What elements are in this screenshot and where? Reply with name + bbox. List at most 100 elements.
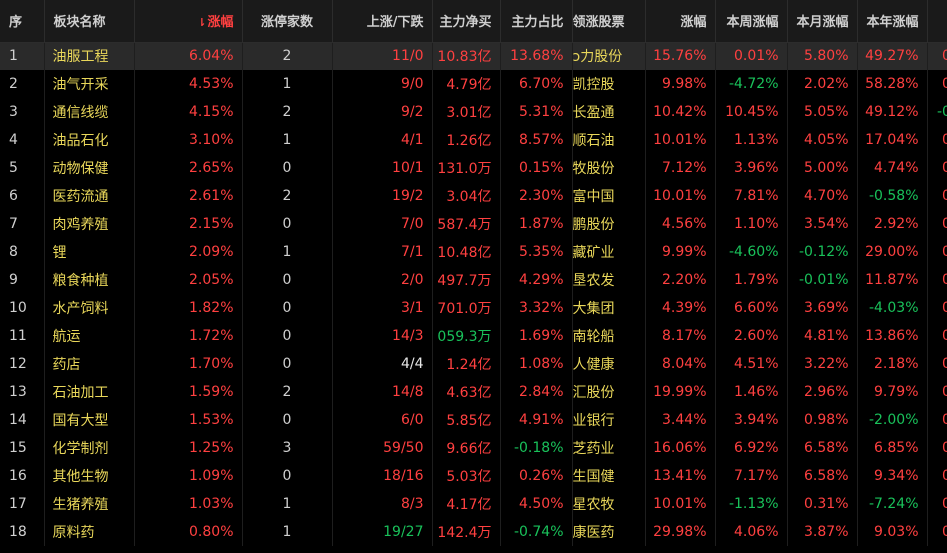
table-row[interactable]: 9 粮食种植 2.05% 0 2/0 497.7万 4.29% 垦农发 2.20% 1.79% -0… (0, 266, 947, 294)
col-header-month[interactable]: 本月涨幅 (787, 0, 858, 43)
cell-lead-change: 10.01% (645, 182, 716, 210)
cell-sector-name: 化学制剂 (44, 434, 135, 462)
col-header-change[interactable]: ⇂涨幅 (134, 0, 243, 43)
cell-lead-stock: ɔ力股份 (572, 42, 646, 70)
col-header-index[interactable]: 序 (0, 0, 45, 43)
cell-net-buy: 5.85亿 (432, 406, 501, 434)
table-row[interactable]: 13 石油加工 1.59% 2 14/8 4.63亿 2.84% 汇股份 19.99% 1.46%… (0, 378, 947, 406)
cell-year: 9.03% (857, 518, 928, 546)
cell-up-down: 19/2 (332, 182, 433, 210)
cell-change: 1.53% (134, 406, 243, 434)
cell-index: 9 (0, 266, 45, 294)
cell-lead-change: 4.39% (645, 294, 716, 322)
cell-ratio: 8.57% (500, 126, 573, 154)
col-header-year[interactable]: 本年涨幅 (857, 0, 928, 43)
table-row[interactable]: 11 航运 1.72% 0 14/3 059.3万 1.69% 南轮船 8.17% 2.60% 4.… (0, 322, 947, 350)
cell-index: 18 (0, 518, 45, 546)
col-header-up-down[interactable]: 上涨/下跌 (332, 0, 433, 43)
cell-month: 4.81% (787, 322, 858, 350)
table-row[interactable]: 5 动物保健 2.65% 0 10/1 131.0万 0.15% 牧股份 7.12% 3.96% 5… (0, 154, 947, 182)
cell-speed: 0.16% (927, 322, 947, 350)
col-header-net-buy[interactable]: 主力净买 (432, 0, 501, 43)
cell-limit-count: 1 (242, 70, 333, 98)
col-header-week[interactable]: 本周涨幅 (715, 0, 788, 43)
table-row[interactable]: 16 其他生物 1.09% 0 18/16 5.03亿 0.26% 生国健 13.41% 7.17… (0, 462, 947, 490)
cell-sector-name: 通信线缆 (44, 98, 135, 126)
cell-month: 5.80% (787, 42, 858, 70)
cell-limit-count: 0 (242, 154, 333, 182)
cell-month: 2.02% (787, 70, 858, 98)
cell-month: 3.54% (787, 210, 858, 238)
cell-change: 3.10% (134, 126, 243, 154)
cell-speed: 0.19% (927, 266, 947, 294)
cell-year: 58.28% (857, 70, 928, 98)
cell-lead-stock: 垦农发 (572, 266, 646, 294)
cell-net-buy: 1.26亿 (432, 126, 501, 154)
cell-change: 6.04% (134, 42, 243, 70)
cell-week: 7.81% (715, 182, 788, 210)
table-row[interactable]: 1 油服工程 6.04% 2 11/0 10.83亿 13.68% ɔ力股份 15.76% 0.0… (0, 42, 947, 70)
cell-week: 10.45% (715, 98, 788, 126)
cell-index: 15 (0, 434, 45, 462)
cell-lead-stock: 汇股份 (572, 378, 646, 406)
table-row[interactable]: 14 国有大型 1.53% 0 6/0 5.85亿 4.91% 业银行 3.44% 3.94% 0.… (0, 406, 947, 434)
col-header-lead-change[interactable]: 涨幅 (645, 0, 716, 43)
cell-week: 7.17% (715, 462, 788, 490)
cell-sector-name: 医药流通 (44, 182, 135, 210)
cell-week: 0.01% (715, 42, 788, 70)
col-header-speed[interactable]: 涨速 (927, 0, 947, 43)
cell-month: 0.98% (787, 406, 858, 434)
table-row[interactable]: 6 医药流通 2.61% 2 19/2 3.04亿 2.30% 富中国 10.01% 7.81% 4… (0, 182, 947, 210)
cell-limit-count: 1 (242, 490, 333, 518)
table-row[interactable]: 10 水产饲料 1.82% 0 3/1 701.0万 3.32% 大集团 4.39% 6.60% 3… (0, 294, 947, 322)
table-row[interactable]: 2 油气开采 4.53% 1 9/0 4.79亿 6.70% 凯控股 9.98% -4.72% 2.… (0, 70, 947, 98)
cell-month: 4.70% (787, 182, 858, 210)
cell-speed: -0.04% (927, 98, 947, 126)
cell-index: 16 (0, 462, 45, 490)
cell-sector-name: 生猪养殖 (44, 490, 135, 518)
table-row[interactable]: 15 化学制剂 1.25% 3 59/50 9.66亿 -0.18% 芝药业 16.06% 6.9… (0, 434, 947, 462)
cell-lead-change: 4.56% (645, 210, 716, 238)
cell-change: 1.09% (134, 462, 243, 490)
cell-index: 4 (0, 126, 45, 154)
table-row[interactable]: 12 药店 1.70% 0 4/4 1.24亿 1.08% 人健康 8.04% 4.51% 3.22… (0, 350, 947, 378)
col-header-limit-count[interactable]: 涨停家数 (242, 0, 333, 43)
cell-ratio: -0.74% (500, 518, 573, 546)
cell-net-buy: 4.79亿 (432, 70, 501, 98)
cell-ratio: 2.30% (500, 182, 573, 210)
table-row[interactable]: 3 通信线缆 4.15% 2 9/2 3.01亿 5.31% 长盈通 10.42% 10.45% 5… (0, 98, 947, 126)
cell-up-down: 14/3 (332, 322, 433, 350)
col-header-ratio[interactable]: 主力占比 (500, 0, 573, 43)
cell-lead-change: 3.44% (645, 406, 716, 434)
sector-ranking-panel: 序 板块名称 ⇂涨幅 涨停家数 上涨/下跌 主力净买 主力占比 领涨股票 涨幅 … (0, 0, 947, 553)
col-header-sector-name[interactable]: 板块名称 (44, 0, 135, 43)
cell-index: 5 (0, 154, 45, 182)
cell-month: 3.87% (787, 518, 858, 546)
cell-limit-count: 2 (242, 378, 333, 406)
cell-week: 3.94% (715, 406, 788, 434)
cell-sector-name: 粮食种植 (44, 266, 135, 294)
cell-speed: 0.11% (927, 434, 947, 462)
cell-change: 0.80% (134, 518, 243, 546)
cell-lead-change: 29.98% (645, 518, 716, 546)
cell-lead-stock: 星农牧 (572, 490, 646, 518)
cell-speed: 0.07% (927, 294, 947, 322)
table-row[interactable]: 4 油品石化 3.10% 1 4/1 1.26亿 8.57% 顺石油 10.01% 1.13% 4.… (0, 126, 947, 154)
table-row[interactable]: 8 锂 2.09% 1 7/1 10.48亿 5.35% 藏矿业 9.99% -4.60% -0.1… (0, 238, 947, 266)
col-header-lead-stock[interactable]: 领涨股票 (572, 0, 646, 43)
cell-up-down: 11/0 (332, 42, 433, 70)
cell-lead-stock: 业银行 (572, 406, 646, 434)
cell-sector-name: 其他生物 (44, 462, 135, 490)
cell-net-buy: 10.48亿 (432, 238, 501, 266)
cell-net-buy: 142.4万 (432, 518, 501, 546)
cell-sector-name: 国有大型 (44, 406, 135, 434)
table-row[interactable]: 18 原料药 0.80% 1 19/27 142.4万 -0.74% 康医药 29.98% 4.0… (0, 518, 947, 546)
cell-year: 49.12% (857, 98, 928, 126)
table-row[interactable]: 17 生猪养殖 1.03% 1 8/3 4.17亿 4.50% 星农牧 10.01% -1.13%… (0, 490, 947, 518)
cell-lead-change: 13.41% (645, 462, 716, 490)
cell-ratio: 3.32% (500, 294, 573, 322)
cell-sector-name: 锂 (44, 238, 135, 266)
cell-index: 8 (0, 238, 45, 266)
table-row[interactable]: 7 肉鸡养殖 2.15% 0 7/0 587.4万 1.87% 鹏股份 4.56% 1.10% 3.… (0, 210, 947, 238)
cell-ratio: -0.18% (500, 434, 573, 462)
